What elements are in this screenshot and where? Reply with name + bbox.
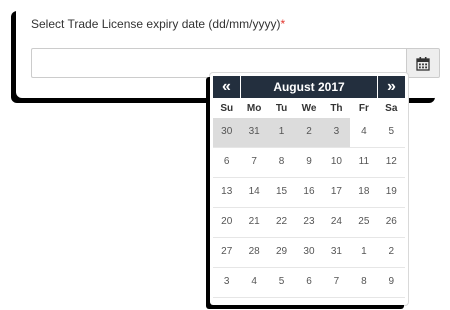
day-cell[interactable]: 1 bbox=[350, 238, 378, 268]
day-cell[interactable]: 7 bbox=[240, 148, 268, 178]
weekday-header: Su bbox=[220, 103, 234, 114]
day-cell[interactable]: 16 bbox=[295, 178, 323, 208]
day-cell[interactable]: 8 bbox=[350, 268, 378, 298]
day-cell[interactable]: 5 bbox=[377, 118, 405, 148]
day-cell[interactable]: 30 bbox=[295, 238, 323, 268]
day-cell[interactable]: 2 bbox=[295, 118, 323, 148]
weekday-header: Sa bbox=[385, 103, 398, 114]
day-cell[interactable]: 6 bbox=[213, 148, 241, 178]
day-cell[interactable]: 10 bbox=[322, 148, 351, 178]
day-cell[interactable]: 28 bbox=[240, 238, 268, 268]
day-cell[interactable]: 25 bbox=[350, 208, 378, 238]
day-cell[interactable]: 22 bbox=[267, 208, 296, 238]
day-cell[interactable]: 4 bbox=[350, 118, 378, 148]
weekday-header-row: Su Mo Tu We Th Fr Sa bbox=[213, 101, 405, 117]
datepicker-header: « August 2017 » bbox=[213, 76, 405, 98]
day-cell[interactable]: 9 bbox=[295, 148, 323, 178]
datepicker-popup: « August 2017 » Su Mo Tu We Th Fr Sa 30 31 1 2 3 4 5… bbox=[210, 73, 408, 305]
calendar-icon bbox=[416, 56, 430, 71]
day-cell[interactable]: 31 bbox=[240, 118, 268, 148]
days-grid: 30 31 1 2 3 4 5 6 7 8 9 10 11 12 13 14 15 16 17 18 19 20 21 22 2… bbox=[213, 118, 405, 298]
weekday-header: Tu bbox=[275, 103, 288, 114]
day-cell[interactable]: 13 bbox=[213, 178, 241, 208]
month-year-switch[interactable]: August 2017 bbox=[241, 76, 377, 98]
day-cell[interactable]: 12 bbox=[377, 148, 405, 178]
day-cell[interactable]: 31 bbox=[322, 238, 351, 268]
day-cell[interactable]: 6 bbox=[295, 268, 323, 298]
day-cell[interactable]: 3 bbox=[322, 118, 351, 148]
day-cell[interactable]: 27 bbox=[213, 238, 241, 268]
required-asterisk: * bbox=[280, 17, 286, 31]
prev-month-button[interactable]: « bbox=[213, 76, 240, 98]
day-cell[interactable]: 1 bbox=[267, 118, 296, 148]
day-cell[interactable]: 2 bbox=[377, 238, 405, 268]
weekday-header: Fr bbox=[358, 103, 369, 114]
day-cell[interactable]: 23 bbox=[295, 208, 323, 238]
day-cell[interactable]: 15 bbox=[267, 178, 296, 208]
day-cell[interactable]: 30 bbox=[213, 118, 241, 148]
day-cell[interactable]: 26 bbox=[377, 208, 405, 238]
day-cell[interactable]: 8 bbox=[267, 148, 296, 178]
day-cell[interactable]: 17 bbox=[322, 178, 351, 208]
day-cell[interactable]: 7 bbox=[322, 268, 351, 298]
day-cell[interactable]: 24 bbox=[322, 208, 351, 238]
next-month-button[interactable]: » bbox=[378, 76, 405, 98]
day-cell[interactable]: 4 bbox=[240, 268, 268, 298]
expiry-date-label: Select Trade License expiry date (dd/mm/… bbox=[31, 17, 285, 31]
weekday-header: We bbox=[301, 103, 317, 114]
day-cell[interactable]: 14 bbox=[240, 178, 268, 208]
day-cell[interactable]: 21 bbox=[240, 208, 268, 238]
day-cell[interactable]: 19 bbox=[377, 178, 405, 208]
day-cell[interactable]: 5 bbox=[267, 268, 296, 298]
day-cell[interactable]: 11 bbox=[350, 148, 378, 178]
calendar-button[interactable] bbox=[406, 48, 440, 78]
day-cell[interactable]: 9 bbox=[377, 268, 405, 298]
weekday-header: Th bbox=[330, 103, 343, 114]
day-cell[interactable]: 18 bbox=[350, 178, 378, 208]
day-cell[interactable]: 29 bbox=[267, 238, 296, 268]
day-cell[interactable]: 3 bbox=[213, 268, 241, 298]
expiry-date-label-text: Select Trade License expiry date (dd/mm/… bbox=[31, 17, 281, 31]
day-cell[interactable]: 20 bbox=[213, 208, 241, 238]
weekday-header: Mo bbox=[246, 103, 262, 114]
